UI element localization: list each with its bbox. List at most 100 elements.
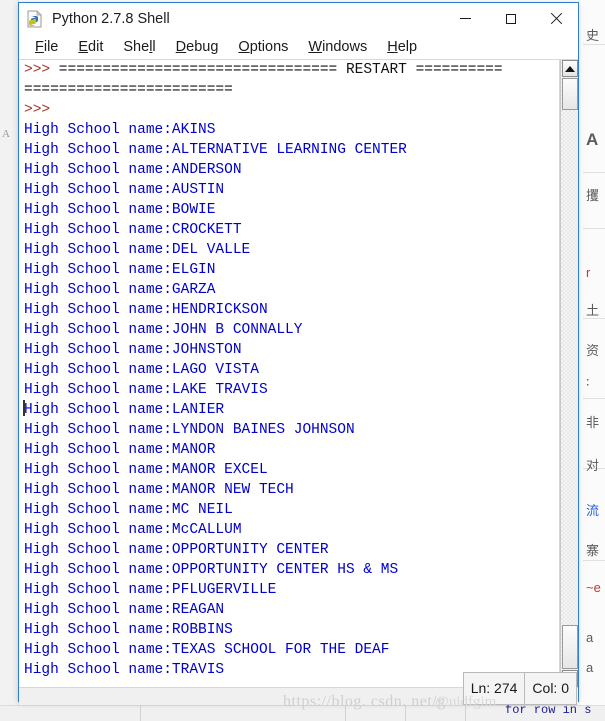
shell-output-area[interactable]: ======= RESTART ============== >>> =====… [19,60,578,687]
shell-line: High School name:PFLUGERVILLE [19,580,559,600]
menu-item-file[interactable]: File [25,39,68,55]
shell-line: High School name:AUSTIN [19,180,559,200]
shell-line-text: High School name:MANOR NEW TECH [24,482,294,498]
shell-prompt: >>> [24,62,51,78]
background-right-glyph: ~e [586,580,601,595]
shell-line-text: High School name:TRAVIS [24,662,225,678]
shell-line: High School name:ANDERSON [19,160,559,180]
background-right-glyph: a [586,660,594,675]
close-button[interactable] [533,3,578,34]
background-right-glyph: r [586,265,591,280]
background-right-panel [583,0,605,721]
title-bar[interactable]: Python 2.7.8 Shell [19,3,578,34]
menu-item-windows[interactable]: Windows [298,39,377,55]
background-right-glyph: a [586,630,594,645]
shell-line: High School name:JOHNSTON [19,340,559,360]
shell-line-text: High School name:MANOR [24,442,216,458]
status-bar: Ln: 274 Col: 0 [19,672,578,705]
shell-line: High School name:ROBBINS [19,620,559,640]
shell-line: High School name:LANIER [19,400,559,420]
shell-line-text: High School name:MANOR EXCEL [24,462,268,478]
shell-line-text: High School name:LAGO VISTA [24,362,259,378]
shell-line-text: High School name:ANDERSON [24,162,242,178]
shell-line: High School name:JOHN B CONNALLY [19,320,559,340]
shell-line: High School name:AKINS [19,120,559,140]
menu-label-windows: indows [322,38,368,55]
shell-line-text: High School name:ROBBINS [24,622,233,638]
shell-line-text: ======================== [24,82,233,98]
shell-line-text: High School name:McCALLUM [24,522,242,538]
background-code-snippet: for row in s [505,703,592,717]
background-right-glyph: 流 [586,503,600,518]
shell-line: High School name:DEL VALLE [19,240,559,260]
menu-bar: File Edit Shell Debug Options Windows He… [19,34,578,60]
vertical-scrollbar[interactable] [560,60,578,687]
scroll-up-arrow-icon [565,65,575,72]
background-right-glyph: 对 [586,458,600,473]
background-right-glyph: 土 [586,303,600,318]
shell-line-text: High School name:PFLUGERVILLE [24,582,277,598]
shell-line: High School name:OPPORTUNITY CENTER HS &… [19,560,559,580]
shell-line-text: High School name:AUSTIN [24,182,225,198]
menu-label-file: ile [43,38,59,55]
shell-line-text: High School name:ELGIN [24,262,216,278]
shell-line-text: High School name:JOHN B CONNALLY [24,322,303,338]
scrollbar-thumb[interactable] [562,78,578,110]
shell-prompt: >>> [24,102,51,118]
shell-line: High School name:HENDRICKSON [19,300,559,320]
background-right-glyph: 攫 [586,188,600,203]
shell-line-text: High School name:OPPORTUNITY CENTER [24,542,329,558]
text-caret [23,400,25,416]
scroll-up-button[interactable] [562,60,578,77]
shell-line: High School name:ALTERNATIVE LEARNING CE… [19,140,559,160]
background-right-glyph: A [586,130,599,149]
menu-label-edit: dit [88,38,104,55]
background-left-glyph: A [2,128,10,140]
shell-line-text: High School name:CROCKETT [24,222,242,238]
python-shell-window: Python 2.7.8 Shell File Edit Shell Debug… [18,2,579,705]
maximize-button[interactable] [488,3,533,34]
shell-text-canvas[interactable]: ======= RESTART ============== >>> =====… [19,60,560,687]
python-file-icon [26,9,44,28]
status-cells: Ln: 274 Col: 0 [462,672,577,705]
shell-line-text: High School name:AKINS [24,122,216,138]
minimize-button[interactable] [443,3,488,34]
menu-item-help[interactable]: Help [377,39,427,55]
menu-item-debug[interactable]: Debug [166,39,229,55]
shell-line-text: High School name:JOHNSTON [24,342,242,358]
menu-item-shell[interactable]: Shell [113,39,165,55]
background-right-glyph: 资 [586,343,600,358]
shell-line: High School name:MC NEIL [19,500,559,520]
shell-line-text: ================================ RESTART… [50,62,503,78]
shell-line-text: High School name:LYNDON BAINES JOHNSON [24,422,355,438]
background-right-glyph: ∶ [586,375,590,390]
shell-line: High School name:LAGO VISTA [19,360,559,380]
background-right-glyph: 史 [586,28,600,43]
background-left-panel [0,0,19,721]
shell-line: High School name:LYNDON BAINES JOHNSON [19,420,559,440]
menu-label-shell: l [152,38,156,55]
menu-item-edit[interactable]: Edit [68,39,113,55]
shell-line-text: High School name:LAKE TRAVIS [24,382,268,398]
shell-line: High School name:CROCKETT [19,220,559,240]
menu-item-options[interactable]: Options [228,39,298,55]
window-controls [443,3,578,34]
shell-line-text: High School name:DEL VALLE [24,242,251,258]
shell-line: High School name:REAGAN [19,600,559,620]
shell-line: High School name:ELGIN [19,260,559,280]
scrollbar-thumb-lower[interactable] [562,625,578,669]
shell-line-text: High School name:ALTERNATIVE LEARNING CE… [24,142,407,158]
menu-label-help: elp [397,38,418,55]
screen-root: A 史 A 攫 r 土 资 ∶ 非 对 流 寨 ~e a a for row i… [0,0,605,721]
shell-line-text: High School name:HENDRICKSON [24,302,268,318]
status-line-number: Ln: 274 [470,680,518,696]
background-right-glyph: 寨 [586,543,600,558]
window-title: Python 2.7.8 Shell [52,10,170,27]
status-column-number: Col: 0 [532,680,569,696]
menu-label-debug: ebug [186,38,219,55]
shell-line: High School name:MANOR [19,440,559,460]
shell-line-text: High School name:MC NEIL [24,502,233,518]
shell-line: ======================== [19,80,559,100]
shell-line: High School name:McCALLUM [19,520,559,540]
shell-line: High School name:MANOR NEW TECH [19,480,559,500]
